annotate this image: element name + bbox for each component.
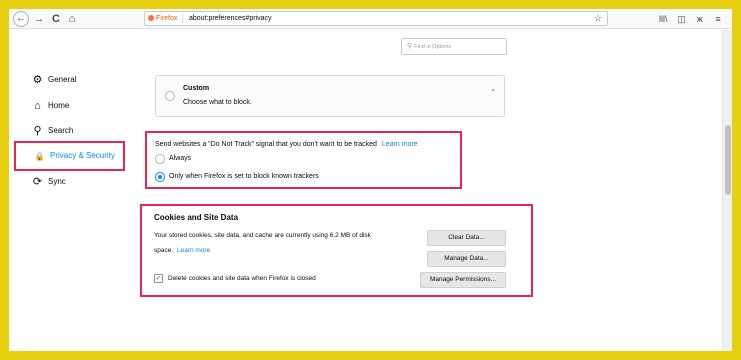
- gear-icon: ⚙: [32, 74, 43, 86]
- dnt-learn-more-link[interactable]: Learn more: [382, 141, 418, 148]
- navigation-toolbar: ← → C ⌂ Firefox about:preferences#privac…: [9, 9, 732, 29]
- cookies-usage-line1: Your stored cookies, site data, and cach…: [154, 232, 371, 239]
- manage-data-button[interactable]: Manage Data...: [427, 251, 506, 267]
- url-bar[interactable]: Firefox about:preferences#privacy ☆: [144, 11, 608, 26]
- url-divider: [182, 14, 183, 23]
- delete-on-close-label[interactable]: Delete cookies and site data when Firefo…: [168, 274, 316, 284]
- cookies-heading: Cookies and Site Data: [154, 213, 239, 222]
- sync-icon: ⟳: [32, 176, 43, 188]
- sidebar-item-home[interactable]: ⌂ Home: [31, 97, 69, 115]
- sidebar-item-privacy-security[interactable]: 🔒 Privacy & Security: [33, 147, 115, 165]
- hamburger-menu-icon[interactable]: ≡: [710, 11, 726, 27]
- lock-icon: 🔒: [34, 152, 45, 161]
- clear-data-button[interactable]: Clear Data...: [427, 230, 506, 246]
- chevron-down-icon[interactable]: ⌄: [490, 85, 496, 93]
- reload-icon[interactable]: C: [49, 11, 63, 27]
- find-in-options-input[interactable]: ⚲ Find in Options: [401, 38, 507, 55]
- delete-on-close-checkbox[interactable]: ✓: [154, 274, 163, 283]
- dnt-always-label[interactable]: Always: [169, 154, 191, 164]
- url-text[interactable]: about:preferences#privacy: [189, 12, 272, 25]
- bookmark-star-icon[interactable]: ☆: [594, 12, 602, 25]
- cookies-learn-more-link[interactable]: Learn more: [177, 247, 210, 254]
- dnt-prompt: Send websites a “Do Not Track” signal th…: [155, 140, 418, 150]
- custom-blocking-panel[interactable]: Custom Choose what to block. ⌄: [155, 75, 505, 117]
- browser-window: ← → C ⌂ Firefox about:preferences#privac…: [9, 9, 732, 351]
- identity-badge[interactable]: Firefox: [148, 12, 177, 25]
- home-icon: ⌂: [34, 100, 41, 112]
- sidebar-item-search[interactable]: ⚲ Search: [31, 122, 73, 140]
- extension-icon[interactable]: ж: [692, 11, 708, 27]
- manage-permissions-button[interactable]: Manage Permissions...: [420, 272, 506, 288]
- sidebar-item-label: Sync: [48, 177, 66, 186]
- sidebar-item-label: Search: [48, 126, 74, 135]
- sidebar-item-sync[interactable]: ⟳ Sync: [31, 173, 66, 191]
- sidebar-item-label: General: [48, 75, 77, 84]
- dnt-prompt-text: Send websites a “Do Not Track” signal th…: [155, 141, 377, 148]
- find-placeholder: Find in Options: [414, 44, 452, 50]
- dnt-only-when-blocking-label[interactable]: Only when Firefox is set to block known …: [169, 172, 319, 182]
- home-icon[interactable]: ⌂: [65, 11, 79, 27]
- dnt-always-radio[interactable]: [155, 154, 165, 164]
- custom-description: Choose what to block.: [183, 99, 252, 106]
- scrollbar-thumb[interactable]: [725, 125, 731, 195]
- back-arrow-icon[interactable]: ←: [13, 11, 29, 27]
- forward-arrow-icon[interactable]: →: [32, 11, 46, 27]
- custom-radio[interactable]: [165, 91, 175, 101]
- firefox-logo-icon: [148, 15, 154, 21]
- custom-title: Custom: [183, 85, 210, 92]
- cookies-usage-line2: space. Learn more: [154, 246, 210, 256]
- dnt-only-when-blocking-radio[interactable]: [155, 172, 165, 182]
- search-icon: ⚲: [407, 43, 413, 50]
- search-icon: ⚲: [33, 125, 42, 137]
- sidebar-icon[interactable]: ◫: [674, 11, 690, 27]
- identity-label: Firefox: [156, 15, 178, 22]
- library-icon[interactable]: lll\: [655, 11, 671, 27]
- sidebar-item-label: Privacy & Security: [50, 151, 115, 160]
- cookies-usage-space: space.: [154, 247, 174, 254]
- sidebar-item-label: Home: [48, 101, 70, 110]
- toolbar-right-icons: lll\ ◫ ж ≡: [655, 11, 726, 27]
- sidebar-item-general[interactable]: ⚙ General: [31, 71, 77, 89]
- page-scrollbar[interactable]: [722, 30, 732, 351]
